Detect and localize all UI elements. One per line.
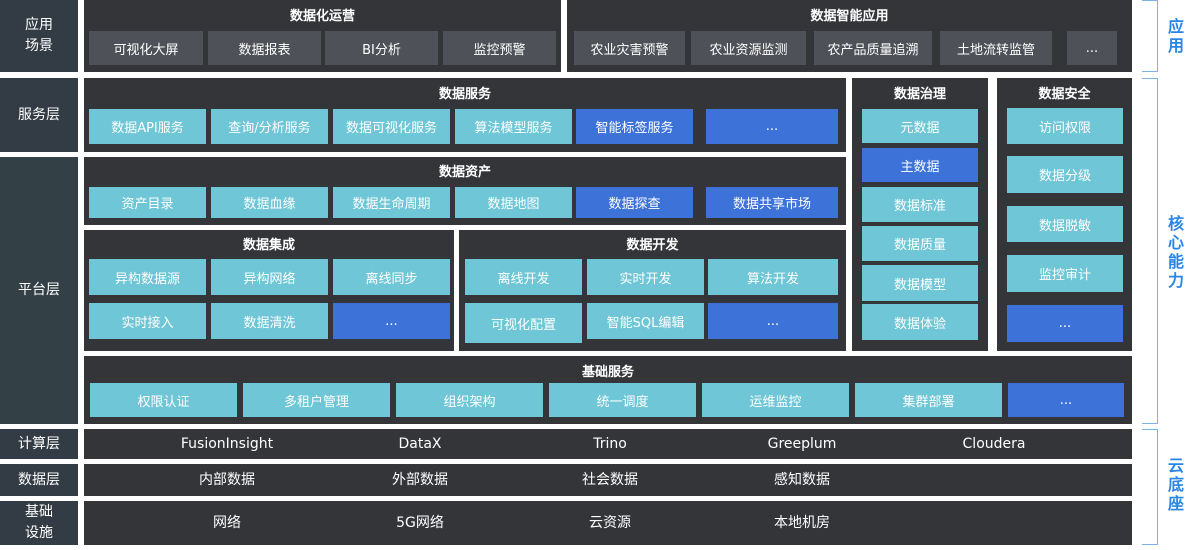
panel-data-assets: 数据资产 资产目录 数据血缘 数据生命周期 数据地图 数据探查 数据共享市场 xyxy=(84,157,846,225)
panel-infrastructure: 网络 5G网络 云资源 本地机房 xyxy=(84,501,1132,545)
cell-visual-screen[interactable]: 可视化大屏 xyxy=(89,31,203,65)
cell-hetero-source[interactable]: 异构数据源 xyxy=(89,259,206,295)
cell-more[interactable]: ... xyxy=(706,109,838,144)
cell-realtime-ingest[interactable]: 实时接入 xyxy=(89,303,206,339)
row-label-service: 服务层 xyxy=(0,78,78,152)
panel-base-service: 基础服务 权限认证 多租户管理 组织架构 统一调度 运维监控 集群部署 ... xyxy=(84,356,1132,424)
cell-data-quality[interactable]: 数据质量 xyxy=(862,226,978,261)
cell-metadata[interactable]: 元数据 xyxy=(862,109,978,143)
data-external: 外部数据 xyxy=(392,472,448,488)
infra-network: 网络 xyxy=(213,515,241,531)
cell-asset-catalog[interactable]: 资产目录 xyxy=(89,187,206,218)
cell-data-experience[interactable]: 数据体验 xyxy=(862,304,978,340)
compute-greeplum: Greeplum xyxy=(767,436,837,452)
compute-datax: DataX xyxy=(398,436,442,452)
panel-smart-applications: 数据智能应用 农业灾害预警 农业资源监测 农产品质量追溯 土地流转监管 ... xyxy=(567,0,1132,72)
cell-monitor-alert[interactable]: 监控预警 xyxy=(443,31,556,65)
panel-data-layer: 内部数据 外部数据 社会数据 感知数据 xyxy=(84,464,1132,496)
cell-organization[interactable]: 组织架构 xyxy=(396,383,543,417)
cell-master-data[interactable]: 主数据 xyxy=(862,148,978,182)
cell-monitor-audit[interactable]: 监控审计 xyxy=(1007,255,1123,292)
cell-multi-tenant[interactable]: 多租户管理 xyxy=(243,383,390,417)
compute-trino: Trino xyxy=(593,436,627,452)
panel-title: 数据化运营 xyxy=(289,9,355,24)
cell-ops-monitor[interactable]: 运维监控 xyxy=(702,383,849,417)
cell-realtime-dev[interactable]: 实时开发 xyxy=(587,259,704,295)
side-label-application: 应用 xyxy=(1167,17,1184,55)
panel-title: 数据开发 xyxy=(626,238,679,253)
cell-auth[interactable]: 权限认证 xyxy=(90,383,237,417)
row-label-platform: 平台层 xyxy=(0,157,78,424)
cell-scheduling[interactable]: 统一调度 xyxy=(549,383,696,417)
cell-data-standard[interactable]: 数据标准 xyxy=(862,187,978,222)
panel-title: 数据治理 xyxy=(893,87,946,102)
infra-cloud-resource: 云资源 xyxy=(589,515,631,531)
cell-data-map[interactable]: 数据地图 xyxy=(455,187,572,218)
cell-data-classification[interactable]: 数据分级 xyxy=(1007,156,1123,193)
data-internal: 内部数据 xyxy=(199,472,255,488)
row-label-data: 数据层 xyxy=(0,464,78,496)
cell-data-api[interactable]: 数据API服务 xyxy=(89,109,206,144)
panel-data-service: 数据服务 数据API服务 查询/分析服务 数据可视化服务 算法模型服务 智能标签… xyxy=(84,78,846,152)
row-label-compute: 计算层 xyxy=(0,429,78,459)
compute-cloudera: Cloudera xyxy=(962,436,1026,452)
cell-data-report[interactable]: 数据报表 xyxy=(208,31,321,65)
bracket-application xyxy=(1142,0,1158,72)
cell-hetero-network[interactable]: 异构网络 xyxy=(211,259,328,295)
panel-title: 数据资产 xyxy=(438,165,491,180)
side-label-core: 核心能力 xyxy=(1167,214,1184,290)
cell-more[interactable]: ... xyxy=(1008,383,1124,417)
cell-more[interactable]: ... xyxy=(1007,305,1123,342)
cell-more[interactable]: ... xyxy=(708,303,838,339)
panel-data-governance: 数据治理 元数据 主数据 数据标准 数据质量 数据模型 数据体验 xyxy=(852,78,988,351)
cell-algorithm-dev[interactable]: 算法开发 xyxy=(708,259,838,295)
infra-local-datacenter: 本地机房 xyxy=(774,515,830,531)
panel-compute: FusionInsight DataX Trino Greeplum Cloud… xyxy=(84,429,1132,459)
bracket-core xyxy=(1142,78,1158,424)
cell-bi-analysis[interactable]: BI分析 xyxy=(325,31,438,65)
cell-data-market[interactable]: 数据共享市场 xyxy=(706,187,838,218)
cell-resource-monitor[interactable]: 农业资源监测 xyxy=(691,31,806,65)
cell-offline-sync[interactable]: 离线同步 xyxy=(333,259,450,295)
panel-data-development: 数据开发 离线开发 实时开发 算法开发 可视化配置 智能SQL编辑 ... xyxy=(459,230,846,351)
cell-data-masking[interactable]: 数据脱敏 xyxy=(1007,206,1123,242)
cell-land-transfer[interactable]: 土地流转监管 xyxy=(940,31,1052,65)
panel-data-operations: 数据化运营 可视化大屏 数据报表 BI分析 监控预警 xyxy=(84,0,561,72)
data-sensing: 感知数据 xyxy=(774,472,830,488)
panel-data-integration: 数据集成 异构数据源 异构网络 离线同步 实时接入 数据清洗 ... xyxy=(84,230,454,351)
panel-title: 数据智能应用 xyxy=(810,9,889,24)
cell-query-analysis[interactable]: 查询/分析服务 xyxy=(211,109,328,144)
cell-smart-sql[interactable]: 智能SQL编辑 xyxy=(587,303,704,339)
cell-quality-trace[interactable]: 农产品质量追溯 xyxy=(814,31,932,65)
cell-visual-config[interactable]: 可视化配置 xyxy=(465,303,582,343)
cell-disaster-warning[interactable]: 农业灾害预警 xyxy=(574,31,685,65)
cell-algorithm-model[interactable]: 算法模型服务 xyxy=(455,109,572,144)
cell-data-model[interactable]: 数据模型 xyxy=(862,265,978,301)
row-label-application: 应用 场景 xyxy=(0,0,78,72)
cell-offline-dev[interactable]: 离线开发 xyxy=(465,259,582,295)
cell-smart-tag[interactable]: 智能标签服务 xyxy=(576,109,693,144)
data-social: 社会数据 xyxy=(582,472,638,488)
infra-5g-network: 5G网络 xyxy=(396,515,444,531)
side-label-cloud: 云底座 xyxy=(1167,456,1184,513)
panel-title: 数据集成 xyxy=(242,238,295,253)
compute-fusioninsight: FusionInsight xyxy=(180,436,274,452)
cell-access-control[interactable]: 访问权限 xyxy=(1007,108,1123,144)
cell-data-lifecycle[interactable]: 数据生命周期 xyxy=(333,187,450,218)
cell-data-explore[interactable]: 数据探查 xyxy=(576,187,693,218)
cell-more[interactable]: ... xyxy=(333,303,450,339)
bracket-cloud xyxy=(1142,429,1158,545)
panel-title: 数据安全 xyxy=(1038,87,1091,102)
cell-data-visualization[interactable]: 数据可视化服务 xyxy=(333,109,450,144)
cell-more[interactable]: ... xyxy=(1067,31,1117,65)
panel-data-security: 数据安全 访问权限 数据分级 数据脱敏 监控审计 ... xyxy=(997,78,1132,351)
row-label-infra: 基础 设施 xyxy=(0,501,78,545)
cell-cluster-deploy[interactable]: 集群部署 xyxy=(855,383,1002,417)
panel-title: 数据服务 xyxy=(438,87,491,102)
panel-title: 基础服务 xyxy=(581,365,634,380)
cell-data-cleaning[interactable]: 数据清洗 xyxy=(211,303,328,339)
cell-data-lineage[interactable]: 数据血缘 xyxy=(211,187,328,218)
